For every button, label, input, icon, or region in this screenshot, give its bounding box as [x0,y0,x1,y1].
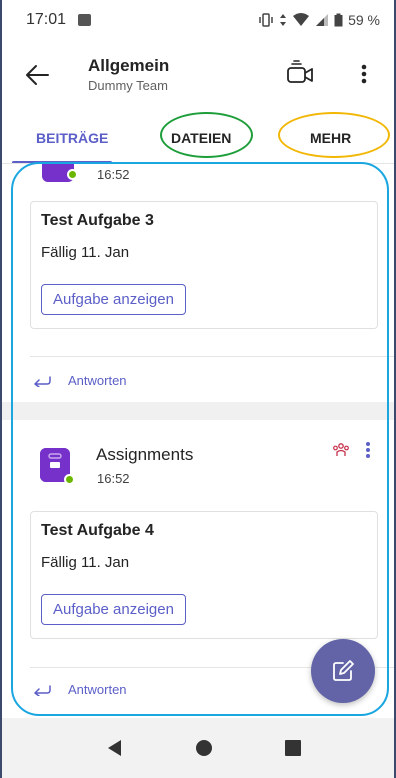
channel-tabs: BEITRÄGE DATEIEN MEHR [0,110,396,164]
nav-back-icon[interactable] [108,740,122,756]
view-assignment-button[interactable]: Aufgabe anzeigen [41,284,186,315]
status-icons: 59 % [258,12,380,28]
assignment-title: Test Aufgabe 4 [41,522,154,539]
battery-percent: 59 % [348,12,380,28]
view-assignment-button[interactable]: Aufgabe anzeigen [41,594,186,625]
tab-mehr[interactable]: MEHR [310,130,351,146]
more-vertical-icon [361,64,367,84]
header-titles: Allgemein Dummy Team [88,56,169,94]
posts-feed[interactable]: 16:52 Test Aufgabe 3 Fällig 11. Jan Aufg… [0,164,396,717]
system-nav-bar [0,718,396,778]
reply-label: Antworten [68,682,127,697]
reply-divider [30,356,396,357]
channel-header: Allgemein Dummy Team [0,40,396,110]
nav-recents-icon[interactable] [285,740,301,756]
more-options-button[interactable] [354,60,374,88]
arrow-left-icon [26,65,49,85]
team-subtitle: Dummy Team [88,78,168,94]
assignment-card[interactable]: Test Aufgabe 3 Fällig 11. Jan Aufgabe an… [30,201,378,329]
status-time: 17:01 [26,11,67,28]
reply-button[interactable]: Antworten [32,373,127,388]
reply-button[interactable]: Antworten [32,682,127,697]
assignment-title: Test Aufgabe 3 [41,212,154,229]
channel-title: Allgemein [88,55,170,75]
vibrate-icon [259,13,273,27]
compose-icon [333,660,354,681]
more-vertical-icon[interactable] [364,440,372,460]
post-author: Assignments [96,445,194,464]
tab-beitraege[interactable]: BEITRÄGE [36,130,108,146]
presence-badge [64,474,75,485]
video-call-icon [287,60,313,83]
wifi-icon [293,13,310,26]
reply-arrow-icon [34,684,51,696]
video-call-button[interactable] [285,58,315,88]
post-item: 16:52 Test Aufgabe 3 Fällig 11. Jan Aufg… [0,164,396,402]
back-button[interactable] [20,58,54,92]
nav-home-icon[interactable] [196,740,212,756]
status-bar: 17:01 59 % [0,0,396,40]
reply-label: Antworten [68,373,127,388]
assignment-card[interactable]: Test Aufgabe 4 Fällig 11. Jan Aufgabe an… [30,511,378,639]
tab-dateien[interactable]: DATEIEN [171,130,231,146]
assignment-due: Fällig 11. Jan [41,554,130,571]
team-icon[interactable] [332,442,350,458]
signal-icon [316,14,329,26]
assignment-due: Fällig 11. Jan [41,244,130,261]
battery-icon [334,13,343,27]
post-actions [332,440,372,460]
reply-arrow-icon [34,375,51,387]
compose-button[interactable] [311,639,375,703]
post-time: 16:52 [97,471,130,486]
presence-badge [67,169,78,180]
post-time: 16:52 [97,167,130,182]
image-notification-icon [78,14,92,26]
data-arrows-icon [280,14,287,26]
